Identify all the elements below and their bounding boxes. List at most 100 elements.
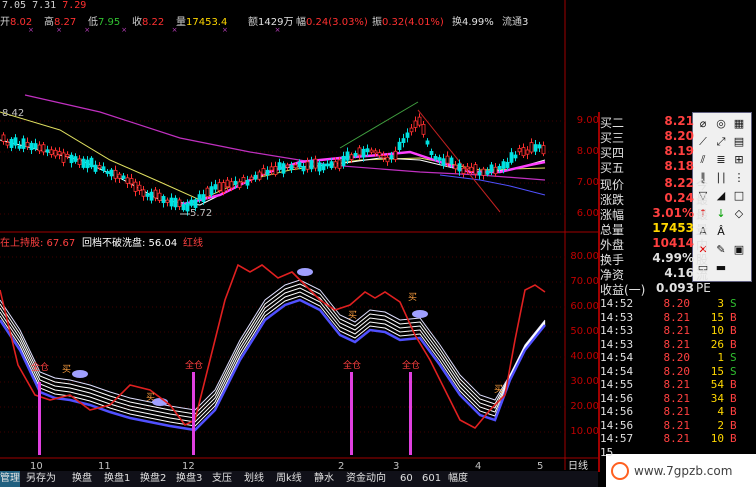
candle bbox=[477, 171, 482, 176]
candle bbox=[229, 181, 234, 189]
candle bbox=[505, 161, 510, 168]
candle bbox=[245, 179, 250, 186]
svg-text:10: 10 bbox=[30, 461, 43, 471]
tab-0[interactable]: 管理 bbox=[0, 471, 20, 487]
candle bbox=[237, 181, 242, 188]
candle bbox=[61, 152, 66, 163]
tab-3[interactable]: 换盘1 bbox=[104, 471, 130, 487]
ma-line-blue bbox=[439, 174, 546, 196]
signal-label-3: 全仓 bbox=[343, 359, 361, 371]
candle bbox=[213, 184, 218, 190]
indicator-axis: 80.00 70.00 60.00 50.00 40.00 30.00 20.0… bbox=[570, 251, 599, 437]
candle bbox=[201, 194, 206, 202]
candle bbox=[409, 127, 414, 133]
candle bbox=[97, 165, 102, 169]
candle bbox=[57, 151, 62, 156]
candle bbox=[461, 167, 466, 174]
summary-row: 净资 4.16 流 bbox=[600, 266, 709, 282]
candle bbox=[317, 162, 322, 172]
buy-marker: 买 bbox=[348, 310, 357, 321]
candle bbox=[33, 143, 38, 149]
buy-marker: 买 bbox=[146, 392, 155, 403]
candle bbox=[293, 164, 298, 169]
candle bbox=[129, 178, 134, 185]
candle bbox=[157, 192, 162, 201]
tab-5[interactable]: 换盘3 bbox=[176, 471, 202, 487]
indicator-ribbon bbox=[0, 268, 546, 432]
candle bbox=[289, 164, 294, 170]
legend-redline: 红线 bbox=[183, 236, 203, 249]
svg-text:2: 2 bbox=[338, 461, 344, 471]
summary-row: 涨幅 3.01% 最 bbox=[600, 206, 709, 222]
candle bbox=[177, 199, 182, 207]
tab-9[interactable]: 静水 bbox=[314, 471, 334, 487]
candle bbox=[433, 156, 438, 160]
candle bbox=[369, 149, 374, 153]
candle bbox=[425, 140, 430, 145]
candle bbox=[145, 193, 150, 197]
candle bbox=[9, 138, 14, 148]
trade-row: 14:57 8.21 10 B bbox=[600, 432, 737, 445]
trade-row: 14:53 8.21 26 B bbox=[600, 337, 737, 351]
candle bbox=[513, 154, 518, 159]
candle bbox=[193, 199, 198, 208]
candle bbox=[457, 163, 462, 172]
low-price-label: 5.72 bbox=[190, 208, 212, 219]
candle bbox=[29, 142, 34, 151]
candle bbox=[121, 175, 126, 179]
turn-marker bbox=[297, 268, 313, 276]
candle bbox=[277, 162, 282, 170]
candle bbox=[273, 166, 278, 175]
candle bbox=[361, 148, 366, 158]
candle bbox=[49, 149, 54, 155]
candle bbox=[181, 204, 186, 211]
tab-2[interactable]: 换盘 bbox=[72, 471, 92, 487]
candle bbox=[249, 176, 254, 180]
candle bbox=[385, 156, 390, 163]
candle bbox=[209, 186, 214, 195]
tab-13[interactable]: 幅度 bbox=[448, 471, 468, 487]
buy-marker: 买 bbox=[62, 364, 71, 375]
candle bbox=[309, 160, 314, 170]
candle bbox=[253, 174, 258, 180]
candle bbox=[173, 197, 178, 208]
chart-canvas[interactable]: 8.42 5.72 在上持股: 67.67 回档不破洗盘: 56.04 红线 全… bbox=[0, 0, 598, 471]
tab-12[interactable]: 601 bbox=[422, 471, 441, 487]
tab-1[interactable]: 另存为 bbox=[26, 471, 56, 487]
candle bbox=[405, 132, 410, 138]
trade-row: 14:54 8.20 1 S bbox=[600, 351, 737, 364]
candle bbox=[517, 148, 522, 153]
candle bbox=[197, 194, 202, 200]
tab-11[interactable]: 60 bbox=[400, 471, 413, 487]
candle bbox=[297, 161, 302, 168]
candle bbox=[429, 151, 434, 155]
candle bbox=[21, 138, 26, 149]
candle bbox=[337, 159, 342, 169]
candle bbox=[257, 171, 262, 180]
candle bbox=[241, 177, 246, 183]
tab-10[interactable]: 资金动向 bbox=[346, 471, 386, 487]
candle bbox=[349, 154, 354, 160]
tab-4[interactable]: 换盘2 bbox=[140, 471, 166, 487]
candle bbox=[441, 158, 446, 166]
svg-text:4: 4 bbox=[475, 461, 481, 471]
summary-row: 换手 4.99% 股 bbox=[600, 251, 709, 267]
trend-line-green bbox=[339, 101, 419, 149]
svg-text:5: 5 bbox=[537, 461, 543, 471]
candle bbox=[525, 149, 530, 155]
candle bbox=[285, 164, 290, 168]
buy-marker: 买 bbox=[494, 384, 503, 395]
svg-text:11: 11 bbox=[98, 461, 111, 471]
trade-row: 14:56 8.21 4 B bbox=[600, 405, 737, 418]
bottom-toolbar: 管理 另存为 换盘 换盘1 换盘2 换盘3 支压 划线 周k线 静水 资金动向 60 601 幅度 bbox=[0, 471, 598, 487]
tab-6[interactable]: 支压 bbox=[212, 471, 232, 487]
candle bbox=[509, 152, 514, 163]
signal-label-1: 全仓 bbox=[31, 361, 49, 373]
candle bbox=[269, 166, 274, 171]
tab-7[interactable]: 划线 bbox=[244, 471, 264, 487]
ribbon-line bbox=[0, 298, 546, 432]
candle bbox=[329, 161, 334, 169]
tab-8[interactable]: 周k线 bbox=[276, 471, 302, 487]
candle bbox=[529, 142, 534, 153]
candle bbox=[161, 196, 166, 204]
